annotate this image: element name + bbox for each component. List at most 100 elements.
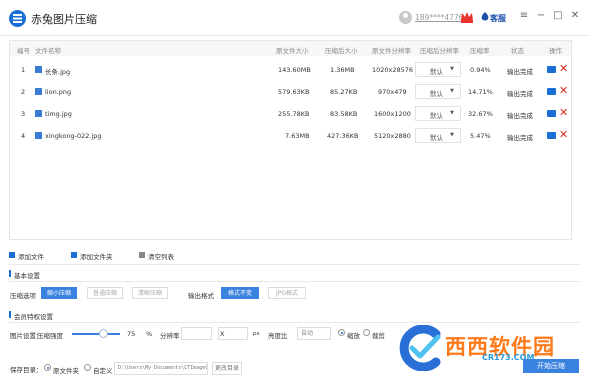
minimize-button[interactable]: − [535,10,547,21]
table-header: 编号 文件名称 原文件大小 压缩后大小 原文件分辨率 压缩后分辨率 压缩率 状态… [10,41,571,56]
maximize-button[interactable]: □ [552,10,564,21]
col-status: 状态 [511,47,524,55]
add-file-button[interactable]: 添加文件 [18,251,44,261]
watermark-logo-icon [399,325,441,371]
file-table: 编号 文件名称 原文件大小 压缩后大小 原文件分辨率 压缩后分辨率 压缩率 状态… [9,40,572,240]
row-comp-size: 85.27KB [330,88,358,96]
clear-list-icon [139,252,145,258]
row-ratio: 5.47% [470,132,491,140]
compress-normal-button[interactable]: 普通压缩 [87,287,123,299]
row-file-name: lion.png [45,88,72,96]
table-row[interactable]: 3 timg.jpg 255.78KB 83.58KB 1600x1200 默认… [10,103,571,125]
strength-slider-handle[interactable] [99,329,108,338]
row-comp-size: 427.36KB [327,132,359,140]
strength-slider-track[interactable] [72,333,120,335]
resolution-width-input[interactable] [181,327,212,340]
strength-value: 75 [127,330,136,338]
resolution-height-input[interactable] [218,327,248,340]
add-folder-icon [71,252,77,258]
compress-small-button[interactable]: 缩小压缩 [41,287,77,299]
row-file-name: 长条.jpg [45,68,71,76]
percent-unit: % [146,330,153,338]
row-comp-size: 83.58KB [330,110,358,118]
open-folder-icon[interactable] [547,66,556,73]
col-comp-size: 压缩后大小 [325,47,358,55]
open-folder-icon[interactable] [547,132,556,139]
user-avatar[interactable] [399,11,412,24]
brightness-select[interactable]: 自动 [297,327,331,340]
row-ratio: 32.67% [468,110,493,118]
basic-settings-title: 基本设置 [14,272,40,280]
orig-folder-radio[interactable] [44,364,51,371]
col-orig-size: 原文件大小 [276,47,309,55]
open-folder-icon[interactable] [547,110,556,117]
add-file-icon [9,252,15,258]
delete-icon[interactable]: ✕ [559,128,568,141]
row-index: 1 [21,66,26,74]
row-orig-size: 143.60MB [278,66,311,74]
table-row[interactable]: 4 xingkong-022.jpg 7.63MB 427.36KB 5120x… [10,125,571,147]
row-comp-res-select[interactable]: 默认 ▼ [415,62,461,77]
menu-button[interactable]: ≡ [518,10,530,21]
table-row[interactable]: 2 lion.png 579.63KB 85.27KB 970x479 默认 ▼ … [10,81,571,103]
row-status: 输出完成 [507,68,533,76]
save-path-input[interactable]: D:\Users\My Documents\CTImageC [114,362,208,375]
row-orig-res: 970x479 [378,88,407,96]
member-settings-title: 会员特权设置 [14,313,53,321]
table-row[interactable]: 1 长条.jpg 143.60MB 1.36MB 1020x28576 默认 ▼ … [10,59,571,81]
row-comp-res-select[interactable]: 默认 ▼ [415,84,461,99]
col-name: 文件名称 [35,47,61,55]
clear-list-button[interactable]: 清空列表 [148,251,174,261]
px-unit: px [253,331,260,337]
delete-icon[interactable]: ✕ [559,106,568,119]
delete-icon[interactable]: ✕ [559,62,568,75]
row-comp-res-select[interactable]: 默认 ▼ [415,106,461,121]
divider [9,322,580,323]
row-orig-size: 7.63MB [285,132,310,140]
row-comp-res-select[interactable]: 默认 ▼ [415,128,461,143]
service-button[interactable]: 客服 [490,13,506,24]
output-format-label: 输出格式 [188,292,214,300]
image-file-icon [35,88,42,95]
crop-radio[interactable] [363,329,370,336]
row-status: 输出完成 [507,134,533,142]
row-file-name: timg.jpg [45,110,72,118]
crop-label: 裁剪 [372,332,385,340]
scale-radio[interactable] [338,329,345,336]
compress-clear-button[interactable]: 清晰压缩 [132,287,168,299]
user-phone-link[interactable]: 189****4776 [415,13,463,22]
row-index: 3 [21,110,26,118]
change-dir-button[interactable]: 更改目录 [212,362,242,375]
row-orig-res: 1020x28576 [372,66,414,74]
row-orig-size: 579.63KB [278,88,310,96]
col-comp-res: 压缩后分辨率 [420,47,459,55]
custom-folder-radio[interactable] [84,364,91,371]
format-keep-button[interactable]: 格式不变 [221,287,259,299]
scale-label: 缩放 [347,332,360,340]
close-button[interactable]: ✕ [569,10,581,21]
image-file-icon [35,132,42,139]
delete-icon[interactable]: ✕ [559,84,568,97]
start-compress-button[interactable]: 开始压缩 [523,359,579,373]
compress-options-label: 压缩选项 [10,292,36,300]
row-orig-size: 255.78KB [278,110,310,118]
open-folder-icon[interactable] [547,88,556,95]
add-folder-button[interactable]: 添加文件夹 [80,251,113,261]
row-comp-size: 1.36MB [330,66,355,74]
col-index: 编号 [17,47,30,55]
row-index: 2 [21,88,26,96]
service-icon[interactable] [481,12,489,22]
col-ops: 操作 [549,47,562,55]
format-jpg-button[interactable]: JPG格式 [268,287,306,299]
vip-crown-icon[interactable] [460,10,474,24]
row-ratio: 14.71% [468,88,493,96]
custom-folder-label: 自定义 [93,367,113,375]
image-file-icon [35,66,42,73]
app-title: 赤兔图片压缩 [31,13,97,26]
divider [9,281,580,282]
col-ratio: 压缩率 [470,47,490,55]
save-dir-label: 保存目录： [10,366,43,374]
row-orig-res: 5120x2880 [374,132,411,140]
section-marker [9,311,11,318]
resolution-label: 分辨率 [160,332,180,340]
